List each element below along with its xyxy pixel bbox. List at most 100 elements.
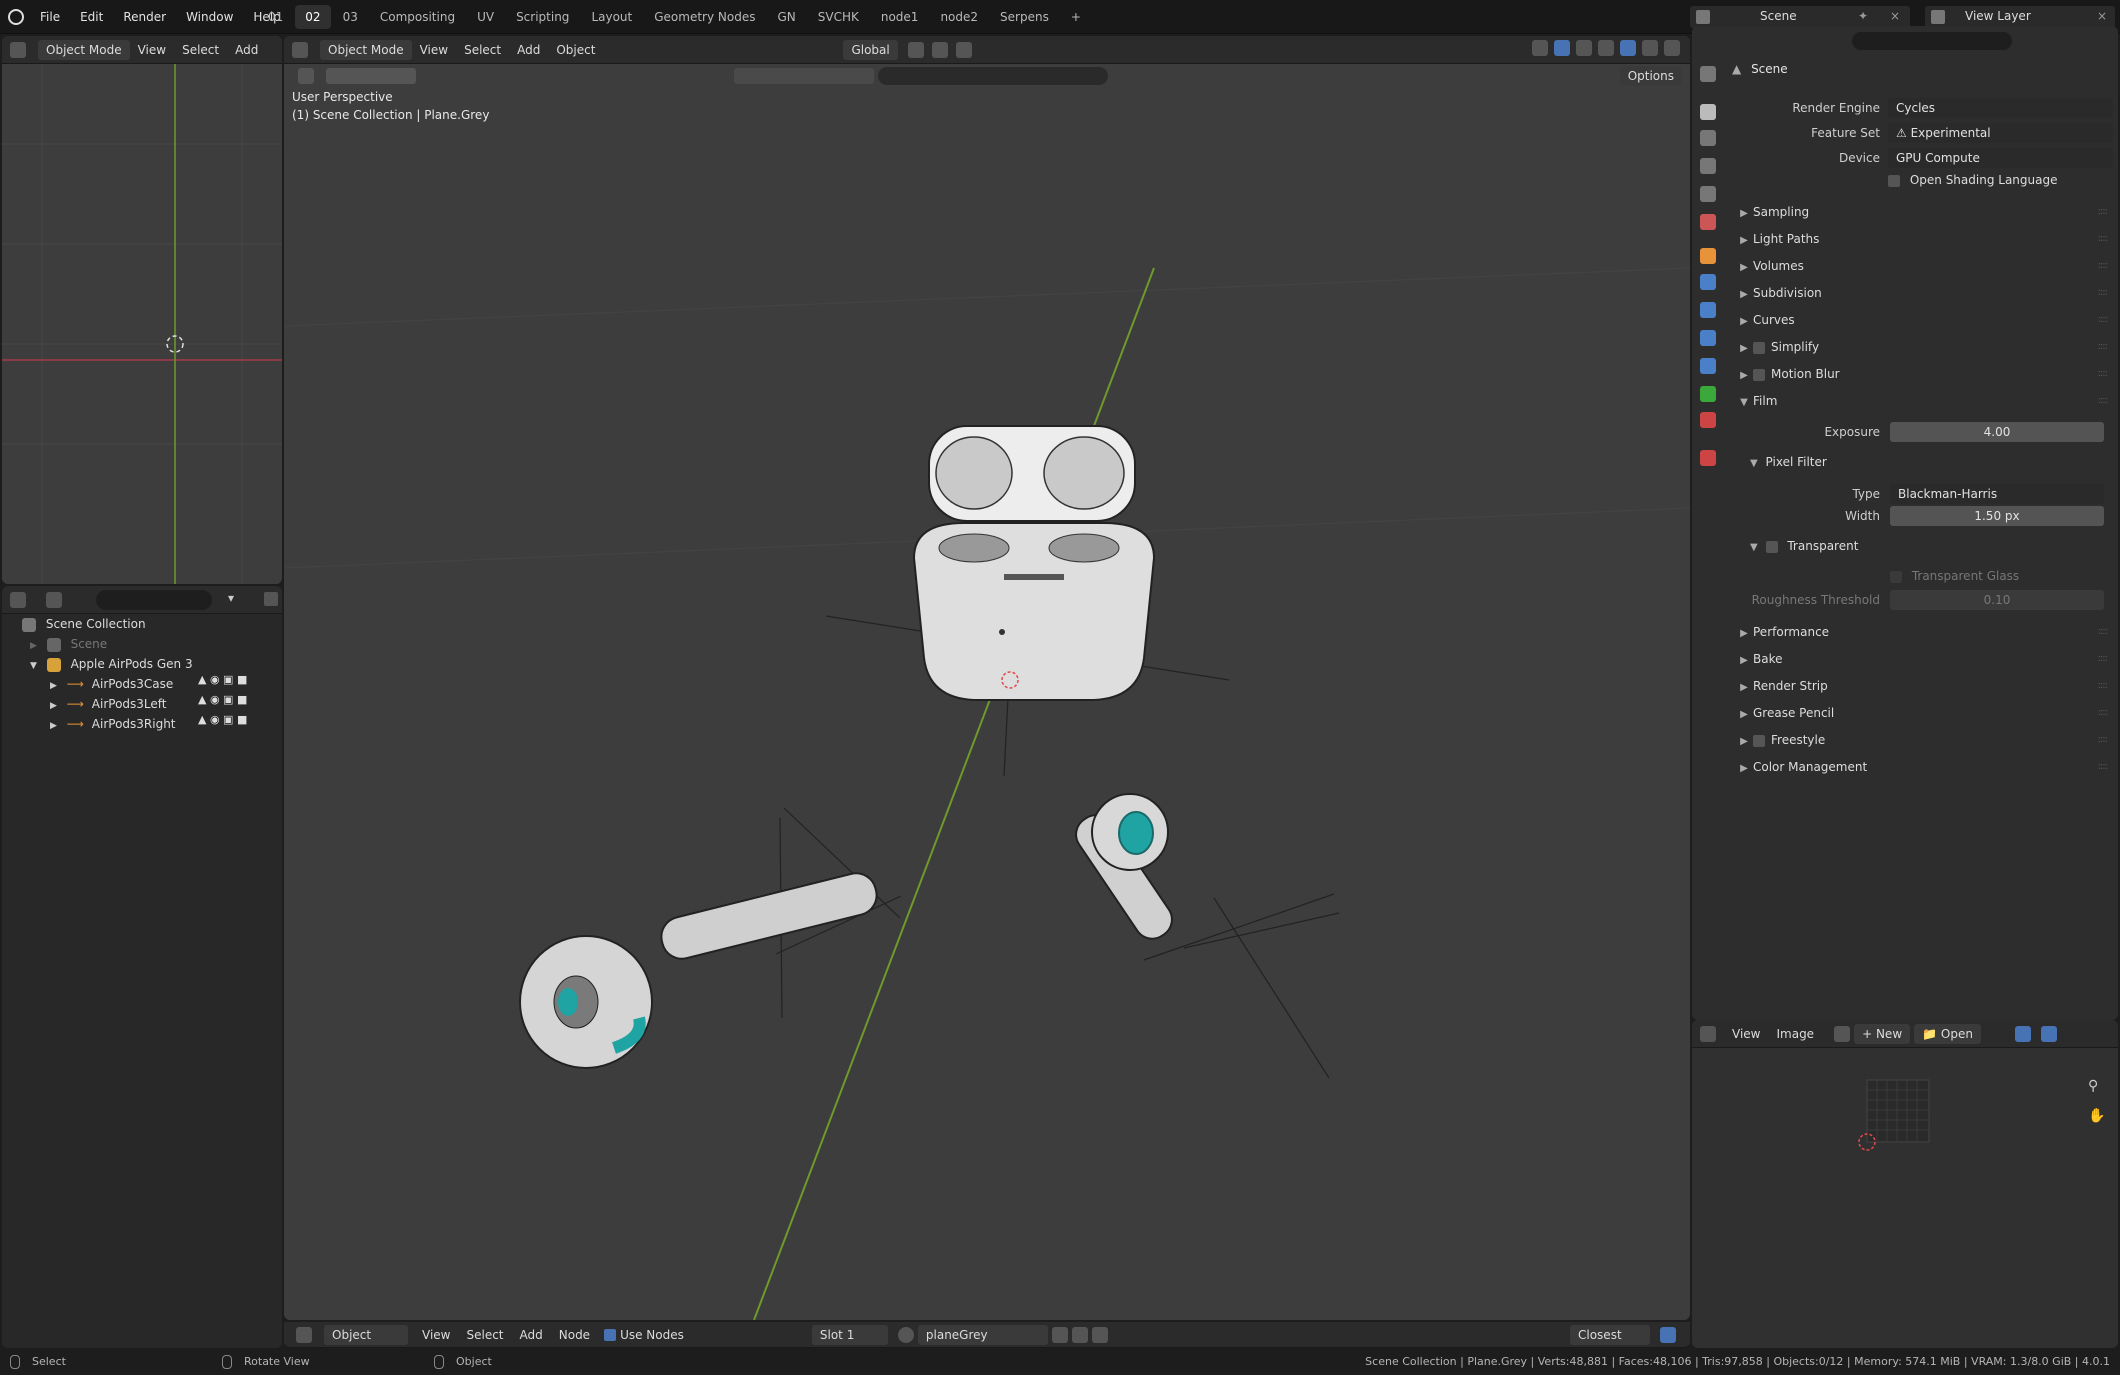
- viewport-scene[interactable]: [284, 88, 1690, 1320]
- rendered-shading-icon[interactable]: [1664, 40, 1680, 56]
- panel-light-paths[interactable]: ▶ Light Paths::::: [1735, 227, 2115, 251]
- left-viewport-canvas[interactable]: [2, 64, 282, 584]
- freestyle-checkbox[interactable]: [1753, 734, 1765, 747]
- image-browse-icon[interactable]: [1834, 1025, 1851, 1042]
- tab-02[interactable]: 02: [295, 5, 331, 29]
- feature-set-dropdown[interactable]: ⚠ Experimental: [1888, 123, 2113, 143]
- tab-01[interactable]: 01: [258, 5, 293, 29]
- panel-sampling[interactable]: ▶ Sampling::::: [1735, 200, 2115, 224]
- eye-icon[interactable]: ▲ ◉ ▣ ■: [198, 670, 278, 690]
- menu-image[interactable]: Image: [1768, 1027, 1822, 1041]
- panel-film[interactable]: ▼ Film::::: [1735, 389, 2115, 413]
- panel-curves[interactable]: ▶ Curves::::: [1735, 308, 2115, 332]
- tab-scripting[interactable]: Scripting: [506, 5, 579, 29]
- wireframe-shading-icon[interactable]: [1598, 40, 1614, 56]
- pin-icon[interactable]: [1118, 1327, 1134, 1343]
- physics-tab-icon[interactable]: [1700, 330, 1716, 346]
- menu-edit[interactable]: Edit: [70, 10, 113, 24]
- shield-icon[interactable]: [1051, 1326, 1068, 1343]
- menu-add[interactable]: Add: [509, 43, 548, 57]
- tree-row-object[interactable]: ▶ ⟶ AirPods3Left: [50, 694, 167, 714]
- menu-view[interactable]: View: [412, 43, 456, 57]
- view-layer-selector[interactable]: View Layer ×: [1925, 6, 2115, 28]
- menu-window[interactable]: Window: [176, 10, 243, 24]
- filter-icons[interactable]: [734, 68, 874, 84]
- panel-bake[interactable]: ▶ Bake::::: [1735, 647, 2115, 671]
- image-editor-canvas[interactable]: ⚲ ✋: [1692, 1048, 2118, 1348]
- tab-uv[interactable]: UV: [467, 5, 504, 29]
- close-icon[interactable]: ×: [2097, 9, 2107, 23]
- eye-icon[interactable]: ▲ ◉ ▣ ■: [198, 710, 278, 730]
- blender-logo-icon[interactable]: [8, 9, 24, 25]
- use-nodes-checkbox[interactable]: [604, 1328, 617, 1341]
- gizmo-icon[interactable]: [2014, 1025, 2031, 1042]
- close-icon[interactable]: [1091, 1326, 1108, 1343]
- solid-shading-icon[interactable]: [1620, 40, 1636, 56]
- menu-node[interactable]: Node: [551, 1328, 598, 1342]
- scene-tab-icon[interactable]: [1700, 186, 1716, 202]
- pin-icon[interactable]: [1989, 1026, 2005, 1042]
- material-tab-icon[interactable]: [1700, 412, 1716, 428]
- tree-row-root[interactable]: Scene Collection: [22, 614, 146, 634]
- roughness-field[interactable]: 0.10: [1890, 590, 2104, 610]
- overlay-icon[interactable]: [1660, 1327, 1676, 1343]
- overlay-icon[interactable]: [2040, 1025, 2057, 1042]
- filter-width-field[interactable]: 1.50 px: [1890, 506, 2104, 526]
- transparent-glass-checkbox[interactable]: [1890, 570, 1902, 583]
- material-sphere-icon[interactable]: [897, 1326, 914, 1343]
- close-icon[interactable]: ×: [1890, 9, 1900, 23]
- menu-select[interactable]: Select: [456, 43, 509, 57]
- snap-target-dropdown[interactable]: Closest: [1570, 1325, 1650, 1345]
- pin-icon[interactable]: ✦: [1858, 9, 1868, 23]
- render-engine-dropdown[interactable]: Cycles: [1888, 98, 2113, 118]
- menu-add[interactable]: Add: [512, 1328, 551, 1342]
- properties-search-input[interactable]: [1852, 32, 2012, 50]
- data-tab-icon[interactable]: [1700, 386, 1716, 402]
- tree-row-collection[interactable]: ▼ Apple AirPods Gen 3: [30, 654, 193, 674]
- display-mode-icon[interactable]: [46, 591, 62, 608]
- select-tool-icon[interactable]: [298, 68, 314, 84]
- menu-file[interactable]: File: [30, 10, 70, 24]
- output-tab-icon[interactable]: [1700, 130, 1716, 146]
- new-image-button[interactable]: + New: [1854, 1023, 1911, 1044]
- menu-view[interactable]: View: [414, 1328, 458, 1342]
- simplify-checkbox[interactable]: [1753, 341, 1765, 354]
- tab-serpens[interactable]: Serpens: [990, 5, 1059, 29]
- material-name-field[interactable]: planeGrey: [917, 1324, 1048, 1345]
- osl-checkbox-row[interactable]: Open Shading Language: [1888, 173, 2057, 187]
- panel-grease-pencil[interactable]: ▶ Grease Pencil::::: [1735, 701, 2115, 725]
- editor-type-icon[interactable]: [1700, 1025, 1716, 1042]
- panel-freestyle[interactable]: ▶ Freestyle::::: [1735, 728, 2115, 752]
- scene-selector[interactable]: Scene ✦ ×: [1690, 6, 1910, 28]
- filter-type-dropdown[interactable]: Blackman-Harris: [1890, 484, 2104, 504]
- tab-layout[interactable]: Layout: [581, 5, 642, 29]
- render-tab-icon[interactable]: [1700, 104, 1716, 120]
- open-image-button[interactable]: 📁 Open: [1914, 1023, 1981, 1044]
- panel-motion-blur[interactable]: ▶ Motion Blur::::: [1735, 362, 2115, 386]
- motion-blur-checkbox[interactable]: [1753, 368, 1765, 381]
- panel-subdivision[interactable]: ▶ Subdivision::::: [1735, 281, 2115, 305]
- constraints-tab-icon[interactable]: [1700, 358, 1716, 374]
- world-tab-icon[interactable]: [1700, 214, 1716, 230]
- duplicate-icon[interactable]: [1071, 1326, 1088, 1343]
- eye-icon[interactable]: ▲ ◉ ▣ ■: [198, 690, 278, 710]
- view-layer-tab-icon[interactable]: [1700, 158, 1716, 174]
- tab-gn[interactable]: GN: [767, 5, 805, 29]
- gizmo-icon[interactable]: [1532, 40, 1548, 56]
- select-mode-icons[interactable]: [326, 68, 416, 84]
- exposure-field[interactable]: 4.00: [1890, 422, 2104, 442]
- tree-row-scene[interactable]: ▶ Scene: [30, 634, 107, 654]
- device-dropdown[interactable]: GPU Compute: [1888, 148, 2113, 168]
- viewport-search-input[interactable]: [878, 67, 1108, 85]
- mode-dropdown[interactable]: Object Mode: [320, 39, 412, 60]
- tool-tab-icon[interactable]: [1700, 66, 1716, 82]
- menu-add[interactable]: Add: [227, 43, 266, 57]
- editor-type-icon[interactable]: [10, 591, 26, 608]
- tab-geometry-nodes[interactable]: Geometry Nodes: [644, 5, 765, 29]
- panel-volumes[interactable]: ▶ Volumes::::: [1735, 254, 2115, 278]
- osl-checkbox[interactable]: [1888, 174, 1900, 187]
- particles-tab-icon[interactable]: [1700, 302, 1716, 318]
- transparent-checkbox[interactable]: [1765, 540, 1778, 553]
- tab-node2[interactable]: node2: [930, 5, 988, 29]
- tab-svchk[interactable]: SVCHK: [808, 5, 869, 29]
